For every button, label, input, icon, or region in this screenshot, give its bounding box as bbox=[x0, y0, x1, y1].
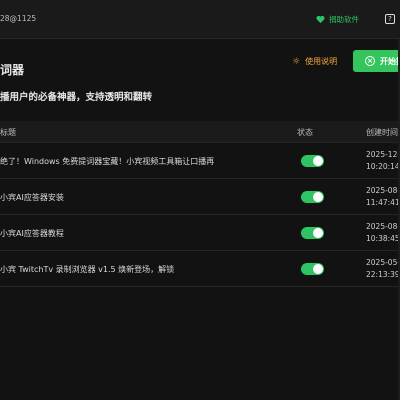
row-title: 小宾AI应答器教程 bbox=[0, 229, 64, 238]
user-id: 28@1125 bbox=[0, 14, 37, 23]
table-row[interactable]: 小宾AI应答器安装 2025-08-1 11:47:41 bbox=[0, 179, 400, 215]
table-row[interactable]: 绝了！Windows 免费提词器宝藏！小宾视频工具箱让口播再 2025-12-1… bbox=[0, 143, 400, 179]
table-row[interactable]: 小宾 TwitchTv 录制浏览器 v1.5 焕新登场，解锁 2025-05-2… bbox=[0, 251, 400, 287]
row-date-time: 11:47:41 bbox=[366, 198, 400, 207]
row-date: 2025-12-1 10:20:14 bbox=[366, 149, 400, 173]
row-title: 小宾AI应答器安装 bbox=[0, 193, 64, 202]
status-toggle[interactable] bbox=[301, 191, 324, 203]
scripts-table: 标题 状态 创建时间 绝了！Windows 免费提词器宝藏！小宾视频工具箱让口播… bbox=[0, 121, 400, 287]
column-title: 标题 bbox=[0, 128, 16, 137]
row-title: 绝了！Windows 免费提词器宝藏！小宾视频工具箱让口播再 bbox=[0, 157, 215, 166]
row-date-time: 22:13:39 bbox=[366, 270, 400, 279]
row-date: 2025-05-2 22:13:39 bbox=[366, 257, 400, 281]
row-date-time: 10:38:45 bbox=[366, 234, 400, 243]
gear-icon: ☼ bbox=[292, 56, 301, 67]
start-label: 开始提 bbox=[380, 56, 400, 66]
help-icon[interactable]: ? bbox=[385, 14, 395, 24]
table-row[interactable]: 小宾AI应答器教程 2025-08-1 10:38:45 bbox=[0, 215, 400, 251]
support-label: 捐助软件 bbox=[329, 15, 359, 24]
page-title: 词器 bbox=[0, 63, 25, 77]
row-title: 小宾 TwitchTv 录制浏览器 v1.5 焕新登场，解锁 bbox=[0, 265, 175, 274]
row-date-day: 2025-05-2 bbox=[366, 258, 400, 267]
row-date-day: 2025-12-1 bbox=[366, 150, 400, 159]
row-date: 2025-08-1 10:38:45 bbox=[366, 221, 400, 245]
status-toggle[interactable] bbox=[301, 155, 324, 167]
row-date-time: 10:20:14 bbox=[366, 162, 400, 171]
column-created: 创建时间 bbox=[366, 128, 398, 137]
shield-heart-icon bbox=[316, 15, 325, 24]
status-toggle[interactable] bbox=[301, 227, 324, 239]
row-date: 2025-08-1 11:47:41 bbox=[366, 185, 400, 209]
table-header: 标题 状态 创建时间 bbox=[0, 121, 400, 143]
row-date-day: 2025-08-1 bbox=[366, 222, 400, 231]
usage-instructions-link[interactable]: ☼ 使用说明 bbox=[292, 56, 337, 67]
status-toggle[interactable] bbox=[301, 263, 324, 275]
top-bar: 28@1125 捐助软件 ? bbox=[0, 0, 400, 39]
page-subtitle: 播用户的必备神器，支持透明和翻转 bbox=[0, 92, 153, 103]
support-link[interactable]: 捐助软件 bbox=[316, 14, 359, 25]
column-status: 状态 bbox=[297, 128, 313, 137]
close-circle-icon: × bbox=[365, 56, 375, 66]
start-button[interactable]: × 开始提 bbox=[353, 50, 400, 72]
row-date-day: 2025-08-1 bbox=[366, 186, 400, 195]
usage-label: 使用说明 bbox=[305, 57, 338, 66]
